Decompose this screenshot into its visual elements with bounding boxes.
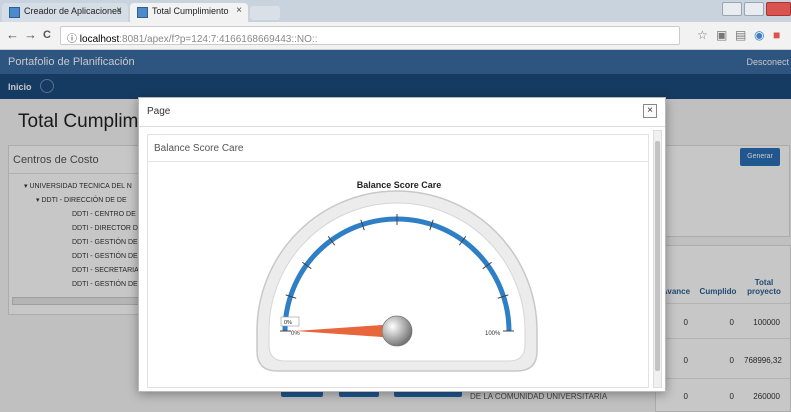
page-dialog: Page × Balance Score Care Balance Score … [138,97,666,392]
dialog-scrollbar[interactable] [653,130,662,388]
url-input[interactable]: ⓘ localhost:8081/apex/f?p=124:7:41661686… [60,26,680,45]
url-host: localhost [79,34,120,45]
site-info-icon[interactable]: ⓘ [67,34,77,45]
gauge-min-label: 0% [291,331,300,337]
app-favicon-icon [137,7,148,18]
dialog-divider [139,126,665,127]
reload-icon[interactable]: C [43,29,51,41]
dialog-title: Page [147,106,171,117]
extension-icon[interactable]: ◉ [754,28,764,42]
gauge-max-label: 100% [485,331,501,337]
tab-label: Creador de Aplicaciones [24,6,122,16]
tab-creador[interactable]: Creador de Aplicaciones × [2,3,128,22]
back-arrow-icon[interactable]: ← [6,27,19,42]
tab-label: Total Cumplimiento [152,6,229,16]
gauge-value-label: 0% [284,320,292,326]
close-icon[interactable]: × [643,104,657,118]
address-toolbar: ← → C ⓘ localhost:8081/apex/f?p=124:7:41… [0,22,791,50]
browser-tab-bar: Creador de Aplicaciones × Total Cumplimi… [0,0,791,22]
maximize-window-button[interactable] [744,2,764,16]
tab-total-cumplimiento[interactable]: Total Cumplimiento × [130,3,248,22]
tab-close-icon[interactable]: × [116,5,122,16]
extension-icon[interactable]: ▤ [735,28,746,42]
new-tab-button[interactable] [250,6,280,20]
gauge-hub [381,315,413,347]
app-favicon-icon [9,7,20,18]
url-path: :8081/apex/f?p=124:7:4166168669443::NO:: [119,34,318,45]
chart-region: Balance Score Care Balance Score Care 0%… [147,134,649,388]
forward-arrow-icon[interactable]: → [24,27,37,42]
bookmark-star-icon[interactable]: ☆ [697,28,708,42]
gauge-chart: 0% 100% 0% [256,190,538,372]
close-window-button[interactable] [766,2,791,16]
office-icon[interactable]: ■ [773,28,780,42]
scrollbar-thumb[interactable] [655,141,660,371]
extension-icon[interactable]: ▣ [716,28,727,42]
tab-close-icon[interactable]: × [236,5,242,16]
minimize-window-button[interactable] [722,2,742,16]
